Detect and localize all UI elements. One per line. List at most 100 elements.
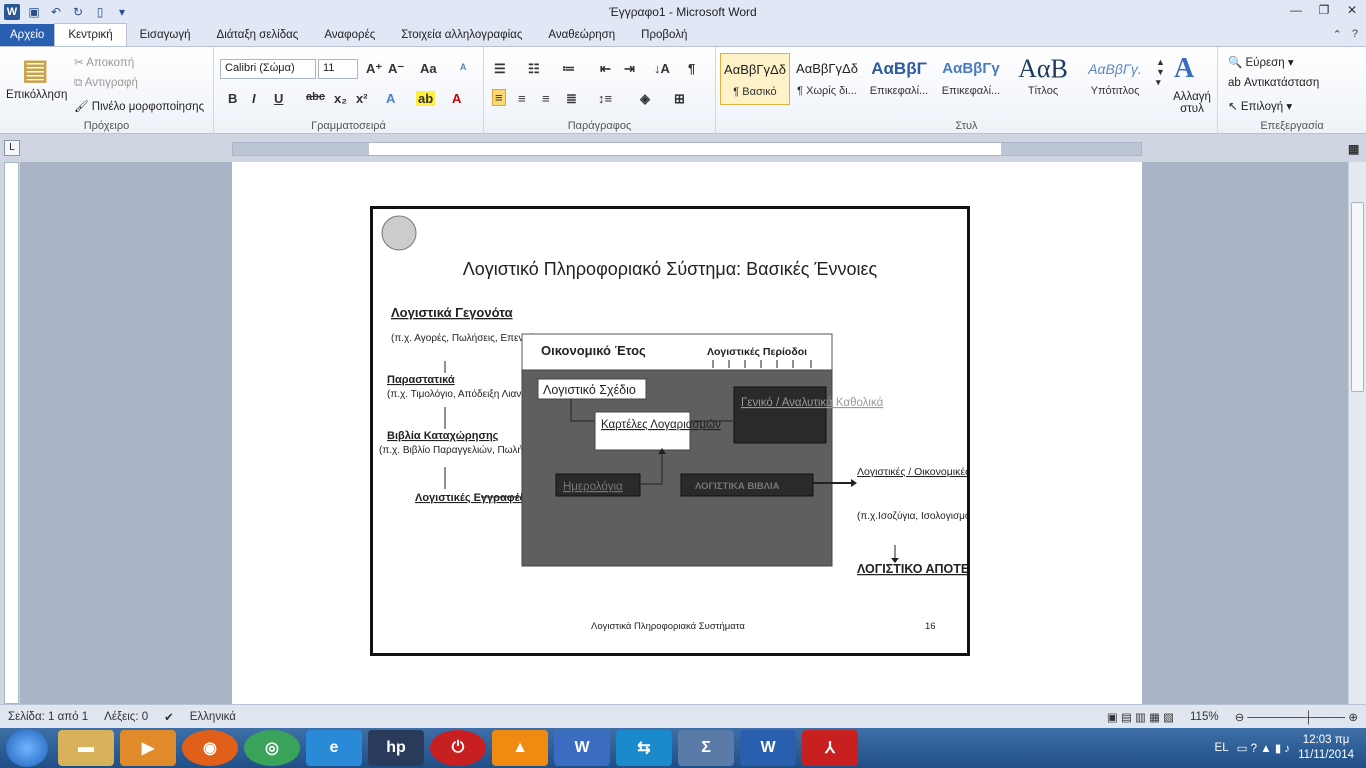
tab-selector-icon[interactable]: L <box>4 140 20 156</box>
hp-icon[interactable]: hp <box>368 730 424 766</box>
change-case-icon[interactable]: Aa <box>420 61 437 76</box>
minimize-ribbon-icon[interactable]: ⌃ <box>1333 28 1342 41</box>
select-button[interactable]: ↖ Επιλογή ▾ <box>1228 99 1292 113</box>
help-icon[interactable]: ? <box>1352 28 1358 41</box>
grow-font-icon[interactable]: A⁺ <box>366 61 382 77</box>
power-icon[interactable]: ⏻ <box>430 730 486 766</box>
vertical-scrollbar[interactable] <box>1348 162 1366 704</box>
font-size-select[interactable]: 11 <box>318 59 358 79</box>
firefox-icon[interactable]: ◉ <box>182 730 238 766</box>
tray-icons[interactable]: ▭ ? ▲ ▮ ♪ <box>1237 741 1291 755</box>
copy-button[interactable]: ⧉ Αντιγραφή <box>74 77 138 90</box>
view-ruler-icon[interactable]: ▦ <box>1348 142 1359 156</box>
bold-icon[interactable]: B <box>228 91 237 106</box>
tab-page-layout[interactable]: Διάταξη σελίδας <box>204 24 312 46</box>
horizontal-ruler[interactable] <box>232 142 1142 156</box>
show-marks-icon[interactable]: ¶ <box>688 61 695 76</box>
numbering-icon[interactable]: ☷ <box>528 61 540 77</box>
replace-button[interactable]: ab Αντικατάσταση <box>1228 77 1319 89</box>
borders-icon[interactable]: ⊞ <box>674 91 685 107</box>
find-button[interactable]: 🔍 Εύρεση ▾ <box>1228 55 1294 69</box>
language[interactable]: Ελληνικά <box>190 711 236 723</box>
line-spacing-icon[interactable]: ↕≡ <box>598 91 612 106</box>
chrome-icon[interactable]: ◎ <box>244 730 300 766</box>
superscript-icon[interactable]: x² <box>356 91 368 106</box>
shading-icon[interactable]: ◈ <box>640 91 650 107</box>
ledgers-box <box>733 386 827 444</box>
document-area[interactable]: Λογιστικό Πληροφοριακό Σύστημα: Βασικές … <box>20 162 1348 704</box>
word-doc-icon[interactable]: W <box>740 730 796 766</box>
math-icon[interactable]: Σ <box>678 730 734 766</box>
font-name-select[interactable]: Calibri (Σώμα) <box>220 59 316 79</box>
sort-icon[interactable]: ↓A <box>654 61 670 76</box>
page-count[interactable]: Σελίδα: 1 από 1 <box>8 711 88 723</box>
scrollbar-thumb[interactable] <box>1351 202 1364 392</box>
redo-icon[interactable]: ↻ <box>70 4 86 20</box>
change-styles-button[interactable]: Αλλαγή στυλ <box>1170 91 1214 115</box>
zoom-slider[interactable]: ⊖ ───────┼──── ⊕ <box>1235 710 1358 724</box>
bullets-icon[interactable]: ☰ <box>494 61 506 77</box>
new-document-icon[interactable]: ▯ <box>92 4 108 20</box>
view-buttons[interactable]: ▣ ▤ ▥ ▦ ▧ <box>1107 710 1174 724</box>
tab-references[interactable]: Αναφορές <box>311 24 388 46</box>
text-effects-icon[interactable]: A <box>386 91 395 106</box>
tab-insert[interactable]: Εισαγωγή <box>127 24 204 46</box>
word-count[interactable]: Λέξεις: 0 <box>104 711 148 723</box>
tab-view[interactable]: Προβολή <box>628 24 700 46</box>
align-right-icon[interactable]: ≡ <box>542 91 550 106</box>
explorer-icon[interactable]: ▬ <box>58 730 114 766</box>
style-subtitle[interactable]: ΑαΒβΓγ. Υπότιτλος <box>1080 53 1150 105</box>
increase-indent-icon[interactable]: ⇥ <box>624 61 635 77</box>
decrease-indent-icon[interactable]: ⇤ <box>600 61 611 77</box>
tab-mailings[interactable]: Στοιχεία αλληλογραφίας <box>388 24 535 46</box>
align-left-icon[interactable]: ≡ <box>492 89 506 106</box>
word-task-icon[interactable]: W <box>554 730 610 766</box>
format-painter-button[interactable]: 🖌 Πινέλο μορφοποίησης <box>74 99 204 113</box>
media-player-icon[interactable]: ▶ <box>120 730 176 766</box>
input-language[interactable]: EL <box>1215 742 1229 754</box>
multilevel-list-icon[interactable]: ≔ <box>562 61 575 77</box>
zoom-level[interactable]: 115% <box>1190 711 1219 723</box>
shrink-font-icon[interactable]: A⁻ <box>388 61 404 77</box>
paste-icon[interactable]: ▤ <box>22 53 48 86</box>
page[interactable]: Λογιστικό Πληροφοριακό Σύστημα: Βασικές … <box>232 162 1142 704</box>
vlc-icon[interactable]: ▲ <box>492 730 548 766</box>
close-icon[interactable]: ✕ <box>1338 0 1366 20</box>
clear-formatting-icon[interactable]: ᴬ <box>460 61 466 76</box>
align-center-icon[interactable]: ≡ <box>518 91 526 106</box>
save-icon[interactable]: ▣ <box>26 4 42 20</box>
style-heading-1[interactable]: ΑαΒβΓ Επικεφαλί... <box>864 53 934 105</box>
clock[interactable]: 12:03 πμ 11/11/2014 <box>1298 733 1354 763</box>
style-heading-2[interactable]: ΑαΒβΓγ Επικεφαλί... <box>936 53 1006 105</box>
word-logo-icon[interactable]: W <box>4 4 20 20</box>
tab-file[interactable]: Αρχείο <box>0 24 55 46</box>
minimize-icon[interactable]: — <box>1282 0 1310 20</box>
style-normal[interactable]: ΑαΒβΓγΔδ ¶ Βασικό <box>720 53 790 105</box>
paste-button[interactable]: Επικόλληση <box>6 89 67 101</box>
subscript-icon[interactable]: x₂ <box>334 91 347 106</box>
proofing-icon[interactable]: ✔ <box>164 710 174 724</box>
tab-review[interactable]: Αναθεώρηση <box>535 24 628 46</box>
strikethrough-icon[interactable]: abc <box>306 91 325 103</box>
maximize-icon[interactable]: ❐ <box>1310 0 1338 20</box>
customize-qat-icon[interactable]: ▾ <box>114 4 130 20</box>
font-label: Γραμματοσειρά <box>311 120 386 132</box>
style-title[interactable]: ΑαΒ Τίτλος <box>1008 53 1078 105</box>
style-no-spacing[interactable]: ΑαΒβΓγΔδ ¶ Χωρίς δι... <box>792 53 862 105</box>
teamviewer-icon[interactable]: ⇆ <box>616 730 672 766</box>
italic-icon[interactable]: I <box>252 91 256 106</box>
tab-home[interactable]: Κεντρική <box>54 23 127 46</box>
vertical-ruler[interactable] <box>4 162 19 704</box>
pdf-icon[interactable]: ⅄ <box>802 730 858 766</box>
justify-icon[interactable]: ≣ <box>566 91 577 107</box>
font-color-icon[interactable]: A <box>452 91 461 106</box>
underline-icon[interactable]: U <box>274 91 283 106</box>
style-name: ¶ Βασικό <box>733 86 777 98</box>
change-styles-icon[interactable]: A <box>1174 53 1194 85</box>
undo-icon[interactable]: ↶ <box>48 4 64 20</box>
internet-explorer-icon[interactable]: e <box>306 730 362 766</box>
styles-scroll-icon[interactable]: ▲ ▼ ▾ <box>1156 57 1165 88</box>
highlight-icon[interactable]: ab <box>416 91 436 106</box>
start-button[interactable] <box>6 729 48 767</box>
cut-button[interactable]: ✂ Αποκοπή <box>74 55 134 69</box>
